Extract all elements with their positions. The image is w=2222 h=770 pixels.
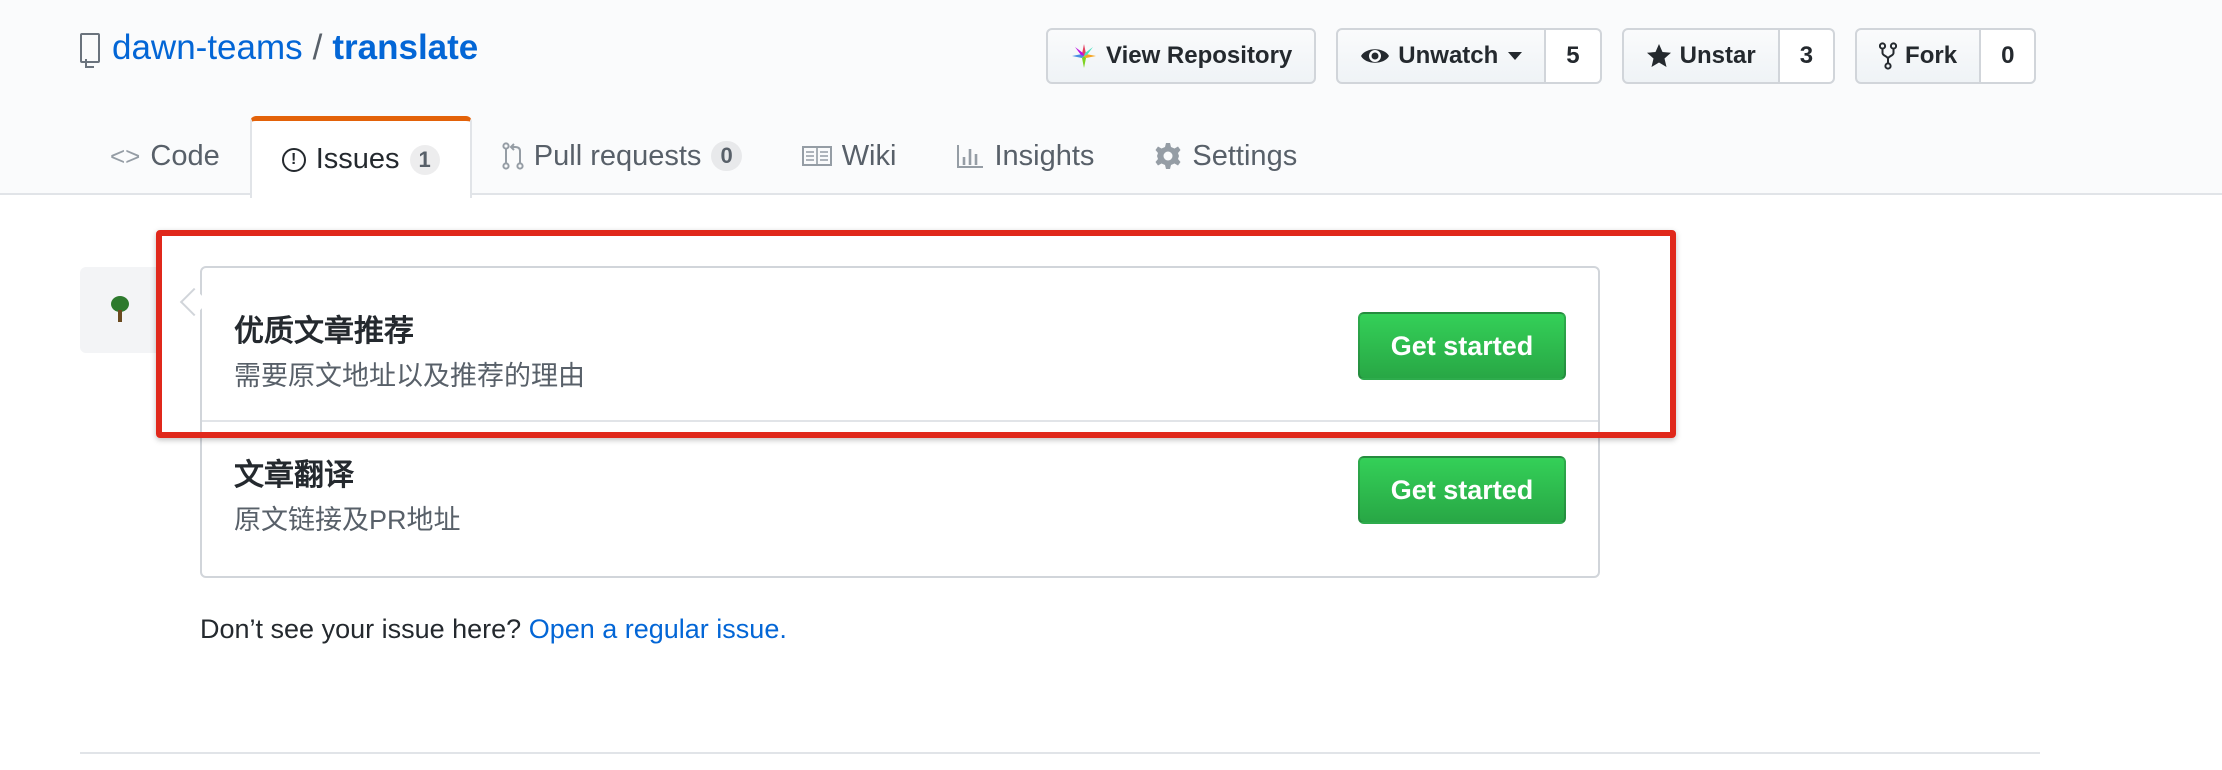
tab-settings[interactable]: Settings bbox=[1124, 116, 1327, 196]
tab-insights[interactable]: Insights bbox=[926, 116, 1124, 196]
pull-requests-counter: 0 bbox=[711, 141, 742, 171]
tab-settings-label: Settings bbox=[1192, 139, 1298, 172]
stargazers-count[interactable]: 3 bbox=[1779, 28, 1836, 84]
repo-nav-tabs: <> Code ! Issues 1 Pull requests 0 Wiki bbox=[80, 116, 1327, 198]
tab-code-label: Code bbox=[150, 139, 220, 172]
tab-wiki[interactable]: Wiki bbox=[772, 116, 927, 196]
issues-counter: 1 bbox=[409, 144, 440, 175]
repository-header: dawn-teams / translate View Repository U… bbox=[0, 0, 2222, 198]
issue-templates-box: 优质文章推荐 需要原文地址以及推荐的理由 Get started 文章翻译 原文… bbox=[200, 266, 1600, 578]
tab-pull-requests[interactable]: Pull requests 0 bbox=[472, 116, 772, 196]
unwatch-label: Unwatch bbox=[1398, 42, 1499, 69]
get-started-button[interactable]: Get started bbox=[1358, 312, 1566, 380]
view-repository-label: View Repository bbox=[1106, 42, 1293, 69]
repo-title-separator: / bbox=[312, 28, 323, 67]
repo-title: dawn-teams / translate bbox=[80, 28, 478, 68]
gear-icon bbox=[1155, 143, 1181, 169]
graph-icon bbox=[957, 145, 984, 168]
fork-button[interactable]: Fork bbox=[1855, 28, 1982, 84]
divider bbox=[80, 752, 2040, 754]
sparkle-icon bbox=[1072, 44, 1096, 68]
watch-group: Unwatch 5 bbox=[1336, 28, 1602, 84]
issue-opened-icon: ! bbox=[281, 147, 306, 172]
star-group: Unstar 3 bbox=[1621, 28, 1836, 84]
issue-help-text: Don’t see your issue here? bbox=[200, 614, 529, 644]
book-icon bbox=[801, 146, 832, 166]
get-started-button[interactable]: Get started bbox=[1358, 456, 1566, 524]
tab-issues-label: Issues bbox=[315, 143, 400, 175]
unstar-label: Unstar bbox=[1679, 42, 1756, 69]
fork-group: Fork 0 bbox=[1855, 28, 2037, 84]
unstar-button[interactable]: Unstar bbox=[1621, 28, 1780, 84]
fork-label: Fork bbox=[1905, 42, 1958, 69]
template-description: 原文链接及PR地址 bbox=[234, 505, 461, 535]
repo-owner-link[interactable]: dawn-teams bbox=[112, 28, 303, 68]
issue-help-note: Don’t see your issue here? Open a regula… bbox=[200, 614, 787, 645]
forks-count[interactable]: 0 bbox=[1981, 28, 2037, 84]
avatar bbox=[80, 267, 160, 353]
tab-pull-requests-label: Pull requests bbox=[533, 139, 702, 172]
watchers-count[interactable]: 5 bbox=[1546, 28, 1602, 84]
issue-template-item: 优质文章推荐 需要原文地址以及推荐的理由 Get started bbox=[202, 268, 1598, 422]
template-title: 优质文章推荐 bbox=[234, 315, 414, 348]
tree-icon bbox=[111, 296, 129, 324]
view-repository-button[interactable]: View Repository bbox=[1046, 28, 1317, 84]
star-icon bbox=[1646, 44, 1671, 67]
tab-insights-label: Insights bbox=[994, 139, 1095, 172]
eye-icon bbox=[1361, 49, 1390, 63]
git-pull-request-icon bbox=[502, 142, 524, 170]
repo-icon bbox=[80, 33, 100, 68]
tab-wiki-label: Wiki bbox=[841, 139, 897, 172]
chevron-down-icon bbox=[1508, 52, 1523, 60]
tab-code[interactable]: <> Code bbox=[80, 116, 250, 196]
code-icon: <> bbox=[110, 140, 141, 171]
open-regular-issue-link[interactable]: Open a regular issue. bbox=[529, 614, 787, 644]
repo-name-link[interactable]: translate bbox=[332, 28, 478, 68]
template-title: 文章翻译 bbox=[234, 459, 354, 492]
repo-actions: View Repository Unwatch 5 Unstar 3 Fork … bbox=[1046, 28, 2037, 84]
tab-issues[interactable]: ! Issues 1 bbox=[249, 116, 472, 198]
issue-template-item: 文章翻译 原文链接及PR地址 Get started bbox=[202, 422, 1598, 576]
template-description: 需要原文地址以及推荐的理由 bbox=[234, 361, 585, 391]
unwatch-button[interactable]: Unwatch bbox=[1336, 28, 1547, 84]
repo-forked-icon bbox=[1879, 42, 1898, 70]
